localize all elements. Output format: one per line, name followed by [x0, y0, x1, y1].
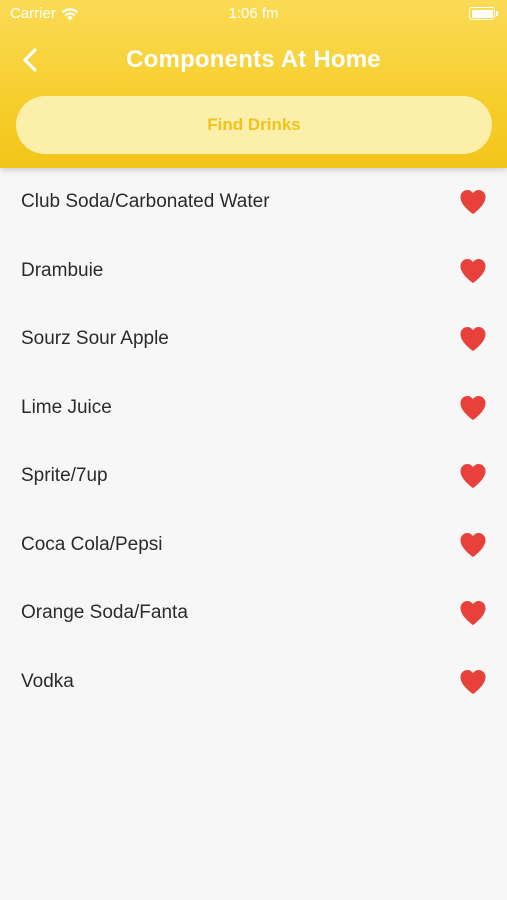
heart-icon[interactable] — [459, 326, 487, 352]
status-time: 1:06 fm — [228, 5, 279, 22]
status-bar: Carrier 1:06 fm — [0, 0, 507, 28]
heart-icon[interactable] — [459, 600, 487, 626]
heart-icon[interactable] — [459, 189, 487, 215]
heart-icon[interactable] — [459, 669, 487, 695]
list-item[interactable]: Sourz Sour Apple — [0, 305, 507, 374]
battery-icon — [469, 7, 498, 20]
heart-icon[interactable] — [459, 258, 487, 284]
list-item-label: Coca Cola/Pepsi — [21, 533, 163, 555]
heart-icon[interactable] — [459, 395, 487, 421]
list-item[interactable]: Lime Juice — [0, 374, 507, 443]
navigation-bar: Components At Home — [0, 36, 507, 84]
list-item-label: Orange Soda/Fanta — [21, 602, 188, 624]
list-item[interactable]: Sprite/7up — [0, 442, 507, 511]
list-item[interactable]: Vodka — [0, 648, 507, 717]
find-drinks-button[interactable]: Find Drinks — [16, 96, 492, 154]
list-item-label: Club Soda/Carbonated Water — [21, 191, 270, 213]
list-item[interactable]: Orange Soda/Fanta — [0, 579, 507, 648]
page-title: Components At Home — [126, 46, 381, 73]
components-list: Club Soda/Carbonated Water Drambuie Sour… — [0, 168, 507, 716]
list-item-label: Lime Juice — [21, 396, 112, 418]
list-item[interactable]: Drambuie — [0, 237, 507, 306]
heart-icon[interactable] — [459, 463, 487, 489]
list-item-label: Sprite/7up — [21, 465, 108, 487]
list-item[interactable]: Club Soda/Carbonated Water — [0, 168, 507, 237]
list-item-label: Drambuie — [21, 259, 104, 281]
header: Carrier 1:06 fm Components At Home Find … — [0, 0, 507, 168]
heart-icon[interactable] — [459, 532, 487, 558]
list-item-label: Sourz Sour Apple — [21, 328, 169, 350]
list-item-label: Vodka — [21, 670, 74, 692]
list-item[interactable]: Coca Cola/Pepsi — [0, 511, 507, 580]
